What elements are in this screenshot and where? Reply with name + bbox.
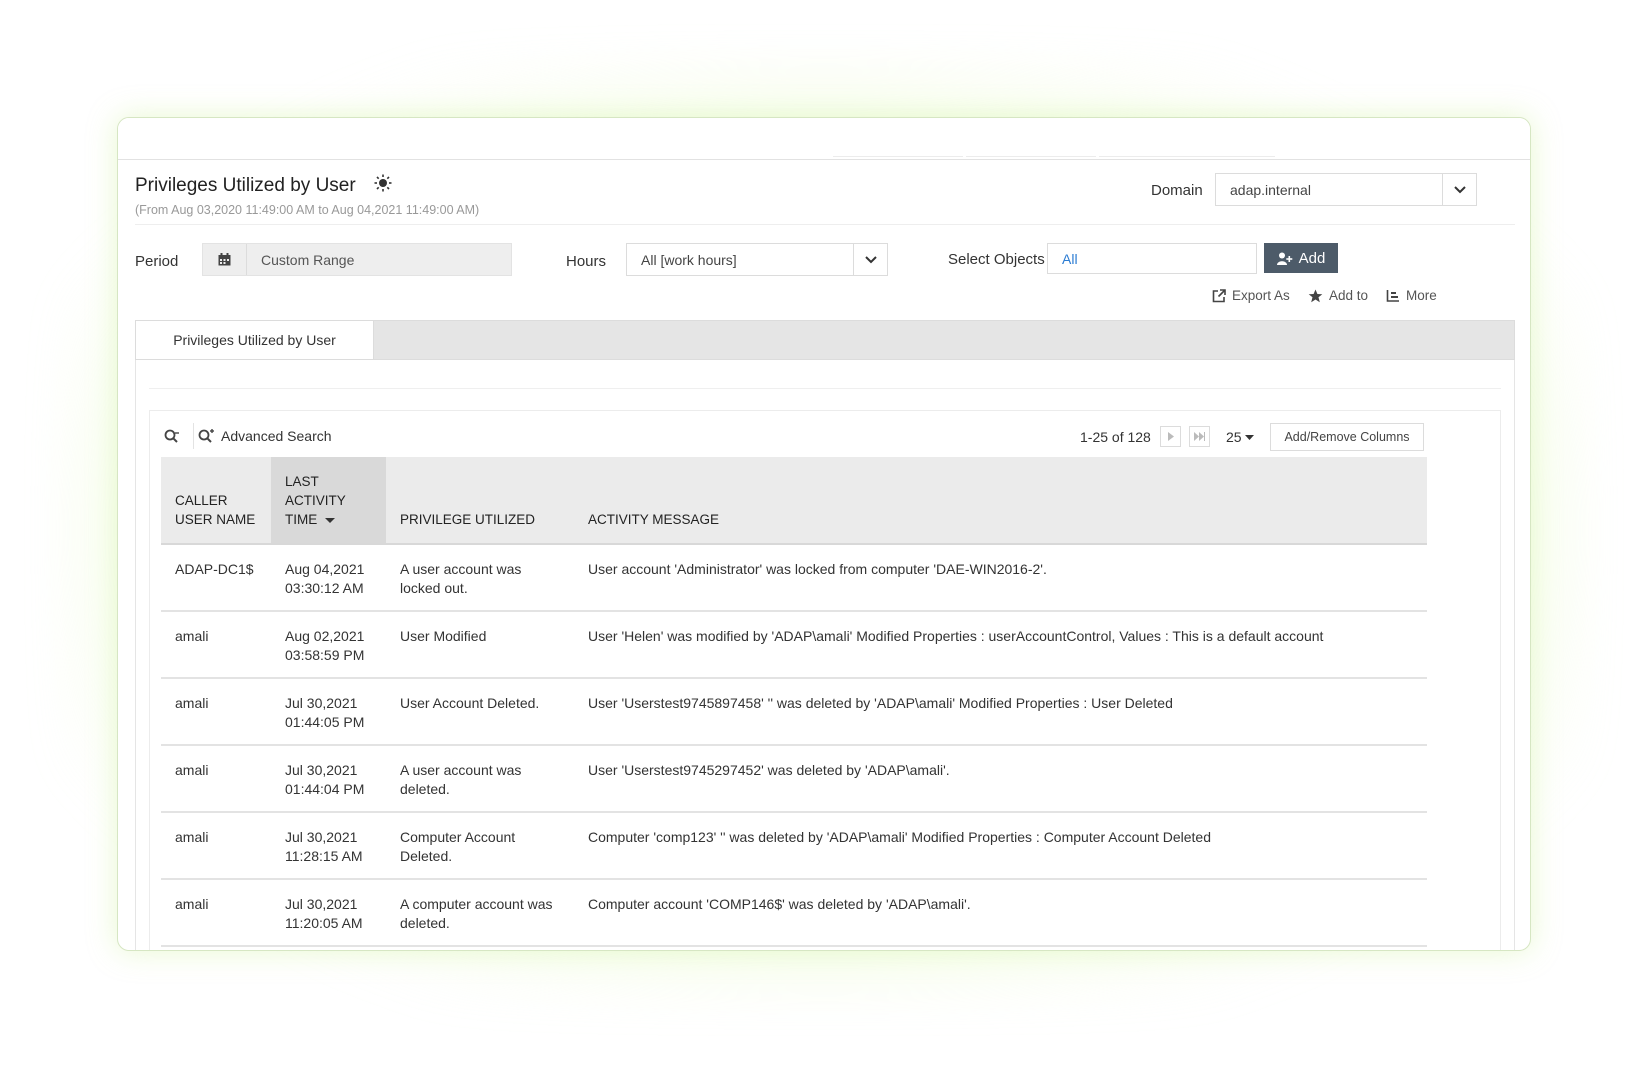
- cell-time: Jul 30,2021 11:20:05 AM: [271, 879, 386, 947]
- report-window: Privileges Utilized by User (From Aug 03…: [117, 117, 1531, 951]
- table-row[interactable]: amali Jul 30,2021 01:44:04 PM A user acc…: [161, 745, 1427, 813]
- export-icon: [1212, 288, 1226, 302]
- play-right-icon: [1167, 432, 1174, 441]
- table-row[interactable]: amali Aug 02,2021 03:58:59 PM User Modif…: [161, 611, 1427, 679]
- cell-user: amali: [161, 745, 271, 813]
- sun-icon[interactable]: [374, 174, 392, 197]
- select-objects-label: Select Objects: [948, 251, 1045, 268]
- cell-user: ADAP-DC1$: [161, 544, 271, 612]
- cell-time: Aug 04,2021 03:30:12 AM: [271, 544, 386, 612]
- add-button-label: Add: [1298, 249, 1326, 267]
- domain-select[interactable]: adap.internal: [1215, 173, 1477, 206]
- divider: [149, 388, 1501, 389]
- calendar-icon[interactable]: [203, 244, 247, 275]
- table-header: CALLER USER NAME LAST ACTIVITY TIME PRIV…: [161, 457, 1427, 545]
- cell-privilege: A user account was deleted.: [386, 745, 574, 813]
- add-to-label: Add to: [1329, 288, 1369, 303]
- nav-tab-indicator: [966, 156, 1096, 160]
- period-picker[interactable]: Custom Range: [202, 243, 512, 276]
- table-body: ADAP-DC1$ Aug 04,2021 03:30:12 AM A user…: [161, 544, 1427, 947]
- cell-privilege: A computer account was deleted.: [386, 879, 574, 947]
- column-header-privilege-utilized[interactable]: PRIVILEGE UTILIZED: [386, 457, 574, 545]
- cell-privilege: User Account Deleted.: [386, 678, 574, 746]
- column-header-last-activity-time[interactable]: LAST ACTIVITY TIME: [271, 457, 386, 545]
- advanced-search-button[interactable]: Advanced Search: [198, 428, 332, 444]
- cell-time: Jul 30,2021 01:44:05 PM: [271, 678, 386, 746]
- cell-user: amali: [161, 879, 271, 947]
- table-row[interactable]: amali Jul 30,2021 11:28:15 AM Computer A…: [161, 812, 1427, 880]
- more-action[interactable]: More: [1386, 288, 1437, 303]
- add-remove-columns-button[interactable]: Add/Remove Columns: [1270, 423, 1424, 451]
- cell-privilege: Computer Account Deleted.: [386, 812, 574, 880]
- cell-message: Computer account 'COMP146$' was deleted …: [574, 879, 1427, 947]
- cell-time: Jul 30,2021 11:28:15 AM: [271, 812, 386, 880]
- grid-toolbar: Advanced Search 1-25 of 128 25 Add/Remov…: [150, 411, 1500, 459]
- cell-user: amali: [161, 678, 271, 746]
- chevron-down-icon[interactable]: [1442, 174, 1476, 205]
- toolbar-separator: [193, 423, 194, 449]
- select-objects-input[interactable]: All: [1047, 243, 1257, 274]
- cell-privilege: A user account was locked out.: [386, 544, 574, 612]
- period-value: Custom Range: [261, 252, 355, 268]
- cell-user: amali: [161, 812, 271, 880]
- more-label: More: [1406, 288, 1437, 303]
- page-size-value: 25: [1226, 429, 1242, 445]
- last-page-button[interactable]: [1189, 426, 1210, 447]
- page-title: Privileges Utilized by User: [135, 174, 356, 196]
- cell-time: Jul 30,2021 01:44:04 PM: [271, 745, 386, 813]
- report-header: Privileges Utilized by User: [135, 174, 392, 197]
- cell-time: Aug 02,2021 03:58:59 PM: [271, 611, 386, 679]
- top-nav-strip: [118, 118, 1530, 160]
- next-page-button[interactable]: [1160, 426, 1181, 447]
- cell-message: User 'Userstest9745897458' '' was delete…: [574, 678, 1427, 746]
- hours-select[interactable]: All [work hours]: [626, 243, 888, 276]
- fast-forward-icon: [1194, 432, 1205, 441]
- advanced-search-icon: [198, 428, 214, 443]
- add-objects-button[interactable]: Add: [1264, 243, 1338, 273]
- activity-table: CALLER USER NAME LAST ACTIVITY TIME PRIV…: [161, 457, 1427, 947]
- divider: [135, 224, 1515, 225]
- hours-label: Hours: [566, 253, 607, 270]
- domain-value: adap.internal: [1230, 182, 1311, 198]
- tab-privileges-utilized-by-user[interactable]: Privileges Utilized by User: [136, 321, 374, 359]
- advanced-search-label: Advanced Search: [221, 428, 332, 444]
- caret-down-icon: [1244, 434, 1254, 440]
- table-row[interactable]: amali Jul 30,2021 11:20:05 AM A computer…: [161, 879, 1427, 947]
- page-size-select[interactable]: 25: [1226, 429, 1254, 445]
- sort-desc-icon[interactable]: [325, 517, 336, 523]
- cell-user: amali: [161, 611, 271, 679]
- pagination-info: 1-25 of 128: [1080, 429, 1151, 445]
- export-as-label: Export As: [1232, 288, 1290, 303]
- period-label: Period: [135, 253, 179, 270]
- column-header-activity-message[interactable]: ACTIVITY MESSAGE: [574, 457, 1427, 545]
- cell-message: User 'Userstest9745297452' was deleted b…: [574, 745, 1427, 813]
- report-date-range: (From Aug 03,2020 11:49:00 AM to Aug 04,…: [135, 203, 480, 217]
- add-to-action[interactable]: Add to: [1308, 288, 1368, 303]
- cell-message: User 'Helen' was modified by 'ADAP\amali…: [574, 611, 1427, 679]
- nav-tab-indicator: [1099, 156, 1275, 160]
- add-user-icon: [1276, 252, 1292, 265]
- hours-value: All [work hours]: [641, 252, 737, 268]
- cell-message: Computer 'comp123' '' was deleted by 'AD…: [574, 812, 1427, 880]
- cell-message: User account 'Administrator' was locked …: [574, 544, 1427, 612]
- table-row[interactable]: ADAP-DC1$ Aug 04,2021 03:30:12 AM A user…: [161, 544, 1427, 612]
- grid-container: Advanced Search 1-25 of 128 25 Add/Remov…: [149, 410, 1501, 950]
- export-as-action[interactable]: Export As: [1212, 288, 1290, 303]
- report-panel: Advanced Search 1-25 of 128 25 Add/Remov…: [135, 360, 1515, 950]
- domain-label: Domain: [1151, 182, 1203, 199]
- cell-privilege: User Modified: [386, 611, 574, 679]
- table-row[interactable]: amali Jul 30,2021 01:44:05 PM User Accou…: [161, 678, 1427, 746]
- report-tabs: Privileges Utilized by User: [135, 320, 1515, 360]
- column-header-caller-user-name[interactable]: CALLER USER NAME: [161, 457, 271, 545]
- select-objects-value: All: [1062, 251, 1078, 267]
- nav-tab-indicator: [833, 156, 963, 160]
- chevron-down-icon[interactable]: [853, 244, 887, 275]
- more-icon: [1386, 290, 1399, 302]
- star-icon: [1308, 289, 1323, 302]
- search-icon[interactable]: [164, 429, 180, 449]
